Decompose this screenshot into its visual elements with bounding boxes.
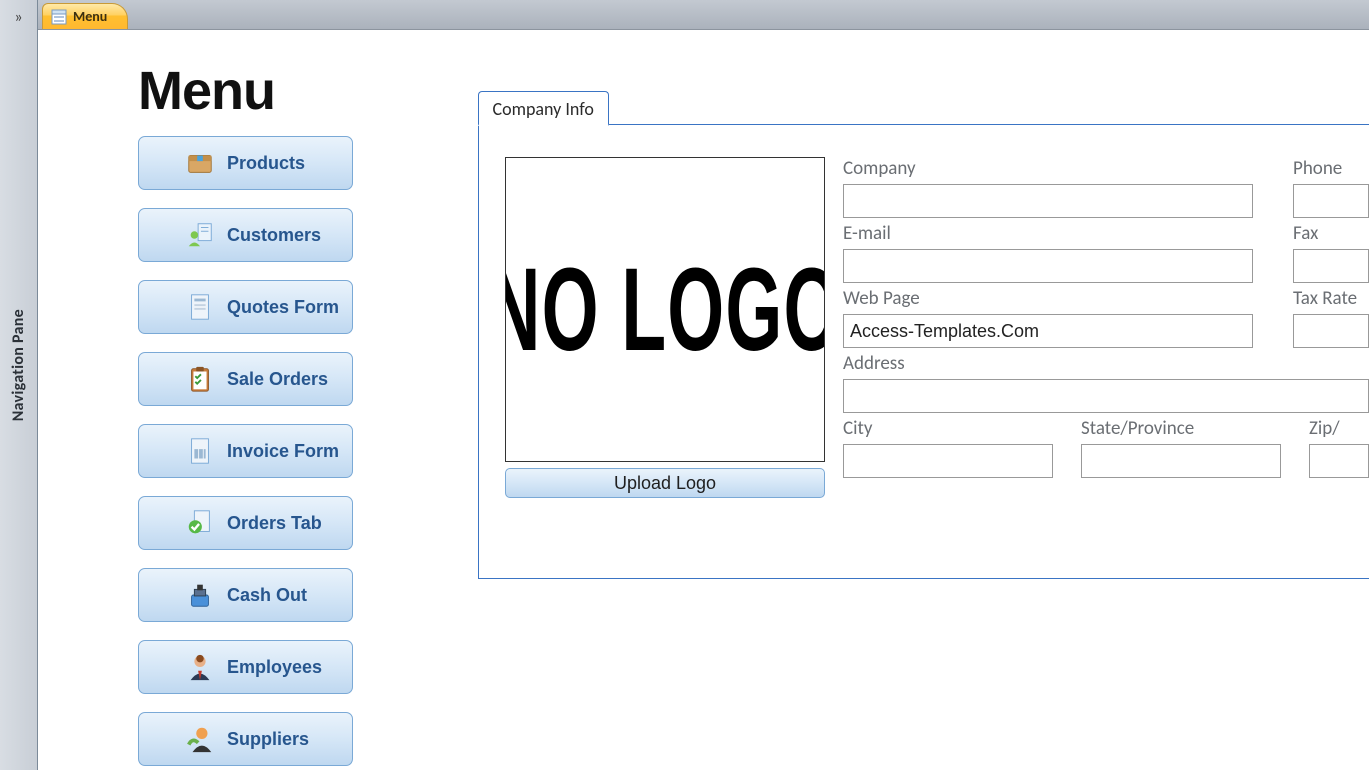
menu-button-cash-out[interactable]: Cash Out bbox=[138, 568, 353, 622]
menu-label: Sale Orders bbox=[227, 369, 328, 390]
company-info-tab[interactable]: Company Info bbox=[478, 91, 609, 126]
document-tab-strip: Menu bbox=[38, 0, 1369, 30]
page-title: Menu bbox=[138, 60, 398, 122]
invoice-icon bbox=[183, 436, 217, 466]
menu-label: Invoice Form bbox=[227, 441, 339, 462]
logo-placeholder-text: NO LOGO bbox=[505, 242, 825, 378]
menu-label: Employees bbox=[227, 657, 322, 678]
cash-register-icon bbox=[183, 580, 217, 610]
box-icon bbox=[183, 148, 217, 178]
tab-menu-label: Menu bbox=[73, 8, 107, 25]
zip-label: Zip/ bbox=[1309, 417, 1369, 440]
menu-button-customers[interactable]: Customers bbox=[138, 208, 353, 262]
employee-icon bbox=[183, 652, 217, 682]
supplier-icon bbox=[183, 724, 217, 754]
company-label: Company bbox=[843, 157, 1253, 180]
webpage-label: Web Page bbox=[843, 287, 1253, 310]
menu-button-quotes[interactable]: Quotes Form bbox=[138, 280, 353, 334]
document-icon bbox=[183, 292, 217, 322]
state-input[interactable] bbox=[1081, 444, 1281, 478]
menu-label: Orders Tab bbox=[227, 513, 322, 534]
menu-button-invoice[interactable]: Invoice Form bbox=[138, 424, 353, 478]
email-label: E-mail bbox=[843, 222, 1253, 245]
navigation-pane-collapsed[interactable]: » Navigation Pane bbox=[0, 0, 38, 770]
tab-menu[interactable]: Menu bbox=[42, 3, 128, 29]
menu-button-orders-tab[interactable]: Orders Tab bbox=[138, 496, 353, 550]
state-label: State/Province bbox=[1081, 417, 1281, 440]
menu-label: Products bbox=[227, 153, 305, 174]
company-info-panel: Company Info NO LOGO Upload Logo Company bbox=[478, 124, 1369, 579]
menu-column: Menu Products Customers bbox=[138, 60, 398, 784]
menu-button-employees[interactable]: Employees bbox=[138, 640, 353, 694]
menu-button-sale-orders[interactable]: Sale Orders bbox=[138, 352, 353, 406]
menu-label: Suppliers bbox=[227, 729, 309, 750]
phone-input[interactable] bbox=[1293, 184, 1369, 218]
taxrate-label: Tax Rate bbox=[1293, 287, 1369, 310]
menu-button-products[interactable]: Products bbox=[138, 136, 353, 190]
email-input[interactable] bbox=[843, 249, 1253, 283]
menu-label: Cash Out bbox=[227, 585, 307, 606]
city-input[interactable] bbox=[843, 444, 1053, 478]
phone-label: Phone bbox=[1293, 157, 1369, 180]
check-document-icon bbox=[183, 508, 217, 538]
clipboard-icon bbox=[183, 364, 217, 394]
expand-navpane-icon[interactable]: » bbox=[10, 6, 26, 29]
fax-input[interactable] bbox=[1293, 249, 1369, 283]
address-label: Address bbox=[843, 352, 1369, 375]
navigation-pane-label: Navigation Pane bbox=[9, 309, 28, 421]
upload-logo-button[interactable]: Upload Logo bbox=[505, 468, 825, 498]
menu-label: Quotes Form bbox=[227, 297, 339, 318]
customer-icon bbox=[183, 220, 217, 250]
logo-placeholder[interactable]: NO LOGO bbox=[505, 157, 825, 462]
zip-input[interactable] bbox=[1309, 444, 1369, 478]
company-input[interactable] bbox=[843, 184, 1253, 218]
webpage-input[interactable] bbox=[843, 314, 1253, 348]
city-label: City bbox=[843, 417, 1053, 440]
address-input[interactable] bbox=[843, 379, 1369, 413]
fax-label: Fax bbox=[1293, 222, 1369, 245]
menu-button-suppliers[interactable]: Suppliers bbox=[138, 712, 353, 766]
menu-label: Customers bbox=[227, 225, 321, 246]
form-icon bbox=[51, 9, 67, 25]
taxrate-input[interactable] bbox=[1293, 314, 1369, 348]
